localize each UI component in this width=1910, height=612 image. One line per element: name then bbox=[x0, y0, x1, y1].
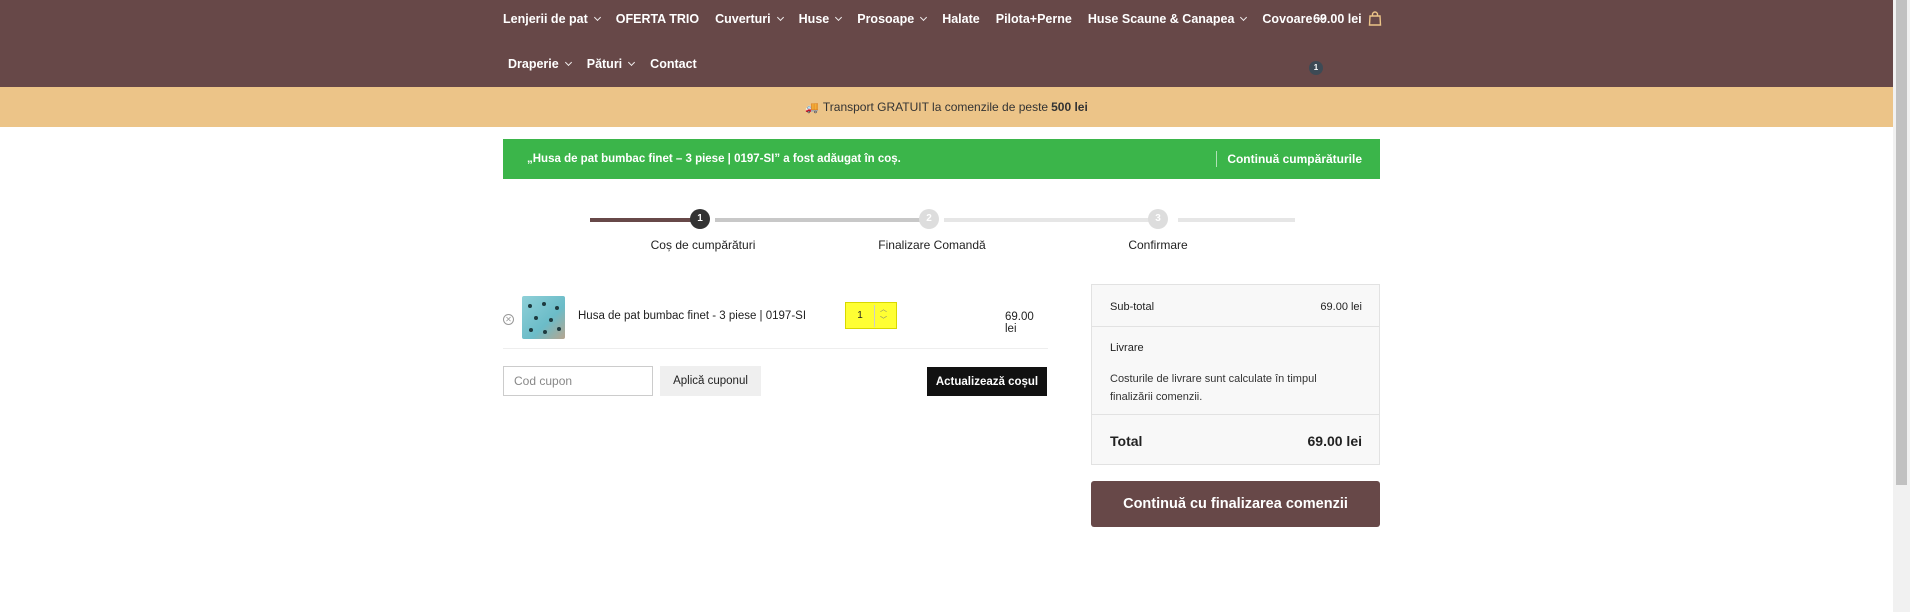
thumbnail-pattern bbox=[549, 318, 553, 322]
cart-totals-box: Sub-total 69.00 lei Livrare Costurile de… bbox=[1091, 284, 1380, 465]
nav-item-oferta-trio[interactable]: OFERTA TRIO bbox=[616, 12, 699, 26]
cart-item-row: ✕ Husa de pat bumbac finet - 3 piese | 0… bbox=[503, 294, 1048, 349]
step-2-label: Finalizare Comandă bbox=[878, 238, 986, 252]
nav-item-label: Huse bbox=[798, 12, 830, 26]
chevron-down-icon bbox=[564, 58, 572, 66]
thumbnail-pattern bbox=[534, 316, 538, 320]
nav-item-halate[interactable]: Halate bbox=[942, 12, 980, 26]
step-line-segment bbox=[944, 218, 1158, 222]
totals-divider bbox=[1092, 326, 1379, 327]
nav-item-label: Lenjerii de pat bbox=[503, 12, 588, 26]
step-line-segment bbox=[715, 218, 924, 222]
checkout-steps: 1 2 3 Coș de cumpărături Finalizare Coma… bbox=[590, 206, 1295, 266]
chevron-down-icon bbox=[920, 13, 928, 21]
step-2-circle: 2 bbox=[919, 209, 939, 229]
cart-total-amount: 69.00 lei bbox=[1313, 11, 1362, 26]
thumbnail-pattern bbox=[542, 302, 546, 306]
nav-item-pilota-perne[interactable]: Pilota+Perne bbox=[996, 12, 1072, 26]
chevron-up-icon[interactable]: ︿ bbox=[880, 306, 887, 314]
nav-item-label: Contact bbox=[650, 57, 697, 71]
nav-item-contact[interactable]: Contact bbox=[650, 57, 697, 71]
totals-divider bbox=[1092, 414, 1379, 415]
nav-item-label: Covoare bbox=[1262, 12, 1313, 26]
chevron-down-icon bbox=[835, 13, 843, 21]
step-progress-line bbox=[590, 218, 695, 222]
promo-amount: 500 lei bbox=[1051, 100, 1088, 114]
page: Lenjerii de pat OFERTA TRIO Cuverturi Hu… bbox=[0, 0, 1910, 612]
continue-shopping-button[interactable]: Continuă cumpărăturile bbox=[1227, 152, 1380, 166]
step-1-circle: 1 bbox=[690, 209, 710, 229]
promo-text: Transport GRATUIT la comenzile de peste bbox=[822, 100, 1049, 114]
promo-bar: 🚚 Transport GRATUIT la comenzile de pest… bbox=[0, 87, 1893, 127]
line-item-price: 69.00 lei bbox=[1005, 311, 1034, 335]
added-to-cart-notice: „Husa de pat bumbac finet – 3 piese | 01… bbox=[503, 139, 1380, 179]
step-3-label: Confirmare bbox=[1128, 238, 1188, 252]
thumbnail-pattern bbox=[529, 328, 533, 332]
nav-item-draperie[interactable]: Draperie bbox=[508, 57, 572, 71]
step-1-label: Coș de cumpărături bbox=[650, 238, 756, 252]
step-line-segment bbox=[1178, 218, 1295, 222]
chevron-down-icon bbox=[1240, 13, 1248, 21]
quantity-stepper[interactable]: 1 ︿ ﹀ bbox=[845, 302, 897, 329]
nav-item-label: Halate bbox=[942, 12, 980, 26]
quantity-value[interactable]: 1 bbox=[846, 310, 874, 321]
shipping-note: Costurile de livrare sunt calculate în t… bbox=[1110, 373, 1317, 403]
subtotal-label: Sub-total bbox=[1110, 301, 1155, 313]
cart-count-badge: 1 bbox=[1309, 61, 1323, 75]
product-name-link[interactable]: Husa de pat bumbac finet - 3 piese | 019… bbox=[578, 310, 806, 322]
remove-item-icon[interactable]: ✕ bbox=[503, 314, 514, 325]
site-header: Lenjerii de pat OFERTA TRIO Cuverturi Hu… bbox=[0, 0, 1893, 87]
notice-message: „Husa de pat bumbac finet – 3 piese | 01… bbox=[527, 153, 901, 165]
quantity-arrows: ︿ ﹀ bbox=[874, 304, 892, 327]
chevron-down-icon bbox=[628, 58, 636, 66]
shipping-label: Livrare bbox=[1110, 342, 1144, 354]
scrollbar-thumb[interactable] bbox=[1896, 0, 1907, 485]
thumbnail-pattern bbox=[557, 327, 561, 331]
total-label: Total bbox=[1110, 433, 1143, 449]
chevron-down-icon bbox=[593, 13, 601, 21]
nav-item-label: Pilota+Perne bbox=[995, 12, 1072, 26]
main-nav-row-1: Lenjerii de pat OFERTA TRIO Cuverturi Hu… bbox=[503, 10, 1340, 28]
update-cart-button[interactable]: Actualizează coșul bbox=[927, 367, 1047, 396]
nav-item-huse[interactable]: Huse bbox=[798, 12, 843, 26]
product-thumbnail[interactable] bbox=[522, 296, 565, 339]
notice-divider bbox=[1216, 151, 1218, 167]
apply-coupon-button[interactable]: Aplică cuponul bbox=[660, 366, 761, 396]
thumbnail-pattern bbox=[528, 304, 532, 308]
thumbnail-pattern bbox=[543, 330, 547, 334]
truck-icon: 🚚 bbox=[805, 101, 819, 114]
nav-item-label: Cuverturi bbox=[715, 12, 771, 26]
chevron-down-icon[interactable]: ﹀ bbox=[880, 317, 887, 325]
nav-item-prosoape[interactable]: Prosoape bbox=[857, 12, 928, 26]
step-3-circle: 3 bbox=[1148, 209, 1168, 229]
nav-item-label: OFERTA TRIO bbox=[615, 12, 700, 26]
shopping-bag-icon bbox=[1368, 11, 1381, 26]
nav-item-cuverturi[interactable]: Cuverturi bbox=[715, 12, 784, 26]
nav-item-label: Pături bbox=[586, 57, 623, 71]
chevron-down-icon bbox=[776, 13, 784, 21]
order-total-row: Total 69.00 lei bbox=[1110, 433, 1362, 449]
nav-item-label: Prosoape bbox=[857, 12, 915, 26]
nav-item-huse-scaune[interactable]: Huse Scaune & Canapea bbox=[1087, 12, 1248, 26]
coupon-code-input[interactable] bbox=[503, 366, 653, 396]
nav-item-paturi[interactable]: Pături bbox=[586, 57, 636, 71]
main-nav-row-2: Draperie Pături Contact bbox=[508, 55, 713, 73]
subtotal-row: Sub-total 69.00 lei bbox=[1110, 301, 1362, 313]
header-cart-link[interactable]: 69.00 lei bbox=[1313, 11, 1382, 26]
total-value: 69.00 lei bbox=[1307, 433, 1363, 449]
proceed-to-checkout-button[interactable]: Continuă cu finalizarea comenzii bbox=[1091, 481, 1380, 527]
shipping-row: Livrare bbox=[1110, 342, 1362, 354]
nav-item-lenjerii[interactable]: Lenjerii de pat bbox=[503, 12, 601, 26]
nav-item-label: Huse Scaune & Canapea bbox=[1087, 12, 1235, 26]
subtotal-value: 69.00 lei bbox=[1320, 301, 1362, 313]
thumbnail-pattern bbox=[555, 306, 559, 310]
nav-item-label: Draperie bbox=[508, 57, 559, 71]
